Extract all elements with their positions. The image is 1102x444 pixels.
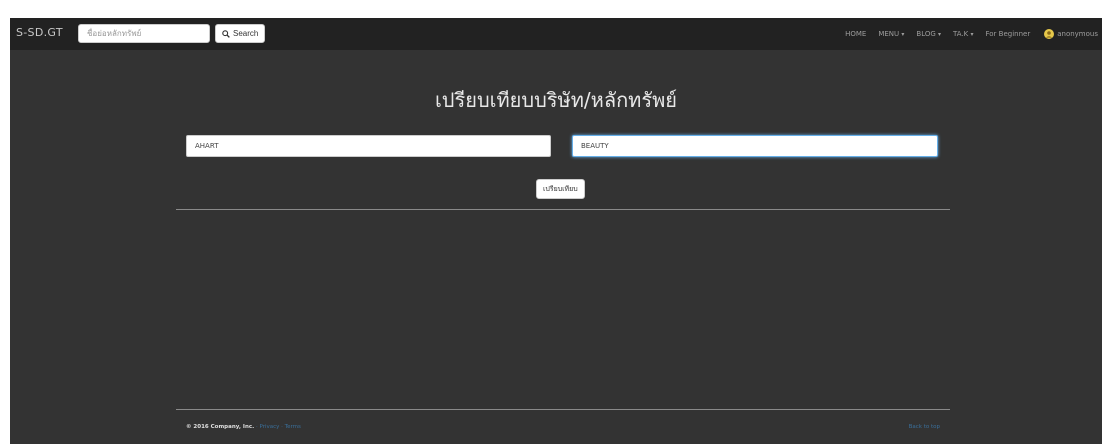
user-avatar-icon (1044, 29, 1055, 39)
footer-copyright: © 2016 Company, Inc. (186, 424, 255, 430)
username: anonymous (1057, 30, 1098, 38)
search-icon (222, 29, 230, 38)
chevron-down-icon: ▾ (970, 31, 974, 38)
nav-item-label: HOME (845, 30, 867, 38)
stock-input-1[interactable] (186, 135, 551, 157)
search-button[interactable]: Search (215, 24, 266, 43)
compare-button[interactable]: เปรียบเทียบ (536, 179, 585, 199)
divider-bottom (176, 409, 950, 410)
browser-viewport: S-SD.GT Search HOME MENU ▾ (10, 18, 1102, 444)
nav-item-home[interactable]: HOME (845, 30, 866, 38)
nav-item-tak[interactable]: TA.K ▾ (953, 30, 973, 38)
search-button-label: Search (233, 29, 259, 38)
search-input[interactable] (78, 24, 210, 43)
nav-item-label: MENU (878, 30, 900, 38)
screenshot-canvas: S-SD.GT Search HOME MENU ▾ (0, 0, 1102, 444)
chevron-down-icon: ▾ (901, 31, 905, 38)
nav-item-blog[interactable]: BLOG ▾ (916, 30, 941, 38)
privacy-link[interactable]: Privacy (259, 424, 279, 430)
terms-link[interactable]: Terms (285, 424, 301, 430)
footer-copyright-line: © 2016 Company, Inc. · Privacy · Terms (186, 424, 301, 430)
nav-item-label: BLOG (916, 30, 936, 38)
nav-item-menu[interactable]: MENU ▾ (878, 30, 904, 38)
back-to-top-link[interactable]: Back to top (909, 424, 940, 430)
user-menu[interactable]: anonymous (1044, 29, 1098, 39)
stock-input-2[interactable] (572, 135, 938, 157)
chevron-down-icon: ▾ (938, 31, 942, 38)
brand-logo[interactable]: S-SD.GT (16, 26, 63, 39)
nav-menu: HOME MENU ▾ BLOG ▾ TA.K ▾ For Beginner a… (833, 18, 1098, 50)
nav-item-label: For Beginner (985, 30, 1031, 38)
nav-item-label: TA.K (953, 30, 969, 38)
page-title: เปรียบเทียบบริษัท/หลักทรัพย์ (434, 88, 678, 112)
nav-item-for-beginner[interactable]: For Beginner (986, 30, 1031, 38)
divider-top (176, 209, 950, 210)
top-navbar: S-SD.GT Search HOME MENU ▾ (10, 18, 1102, 50)
